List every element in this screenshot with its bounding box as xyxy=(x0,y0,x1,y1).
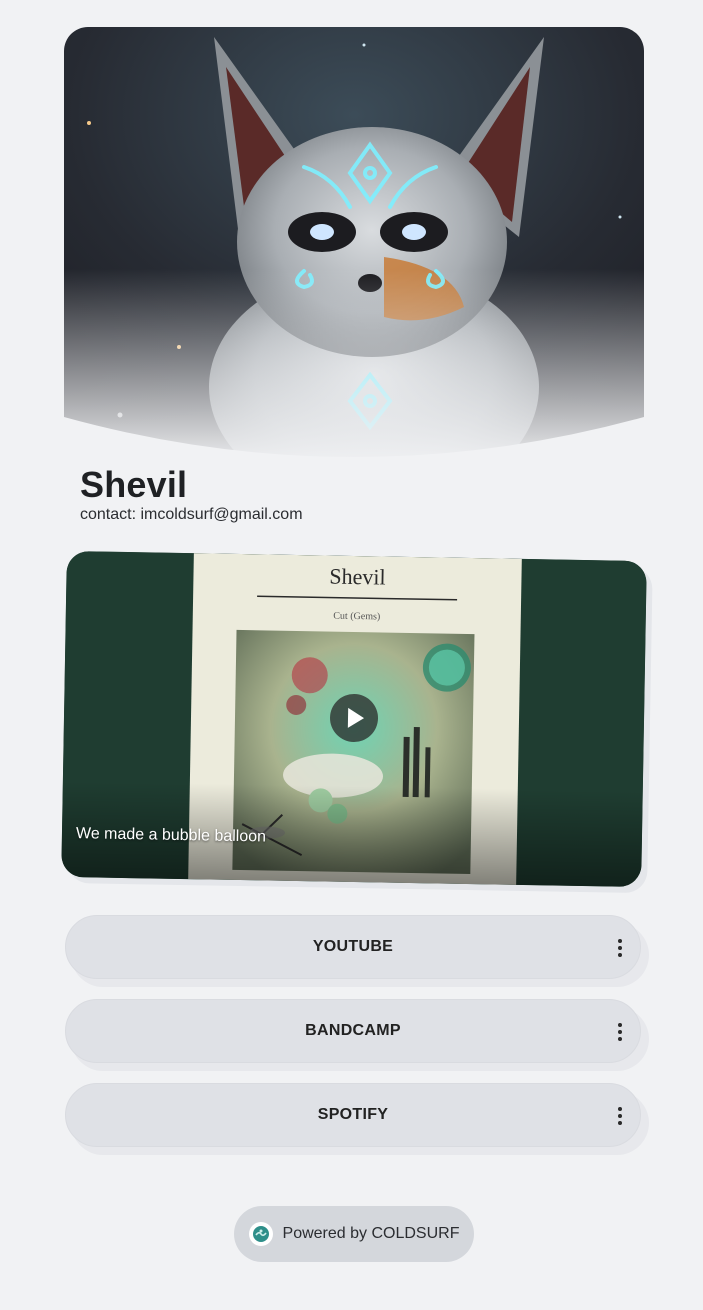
album-title: Shevil xyxy=(329,564,386,590)
bandcamp-link-button[interactable]: BANDCAMP xyxy=(65,999,641,1063)
link-label: YOUTUBE xyxy=(312,938,394,955)
video-caption: We made a bubble balloon xyxy=(75,825,267,846)
link-label: BANDCAMP xyxy=(305,1022,401,1039)
video-thumbnail[interactable]: Shevil Cut (Gems) We made a bubble ballo… xyxy=(61,550,647,888)
link-item-bandcamp: BANDCAMP xyxy=(65,999,651,1071)
profile-hero-image xyxy=(64,27,644,467)
link-label: SPOTIFY xyxy=(317,1106,389,1123)
more-options-icon[interactable] xyxy=(616,1020,624,1044)
link-item-youtube: YOUTUBE xyxy=(65,915,651,987)
powered-by-badge[interactable]: Powered by COLDSURF xyxy=(234,1206,474,1262)
album-subtitle: Cut (Gems) xyxy=(333,611,380,623)
play-icon xyxy=(347,707,365,729)
profile-name: Shevil xyxy=(80,464,188,505)
featured-video-card[interactable]: Shevil Cut (Gems) We made a bubble ballo… xyxy=(61,550,653,894)
profile-contact-email: contact: imcoldsurf@gmail.com xyxy=(80,506,303,523)
profile-page: Shevil contact: imcoldsurf@gmail.com She… xyxy=(0,0,703,1310)
youtube-link-button[interactable]: YOUTUBE xyxy=(65,915,641,979)
coldsurf-logo-icon xyxy=(248,1222,273,1246)
more-options-icon[interactable] xyxy=(616,936,624,960)
more-options-icon[interactable] xyxy=(616,1104,624,1128)
powered-by-text: Powered by COLDSURF xyxy=(282,1225,460,1242)
spotify-link-button[interactable]: SPOTIFY xyxy=(65,1083,641,1147)
link-item-spotify: SPOTIFY xyxy=(65,1083,651,1155)
